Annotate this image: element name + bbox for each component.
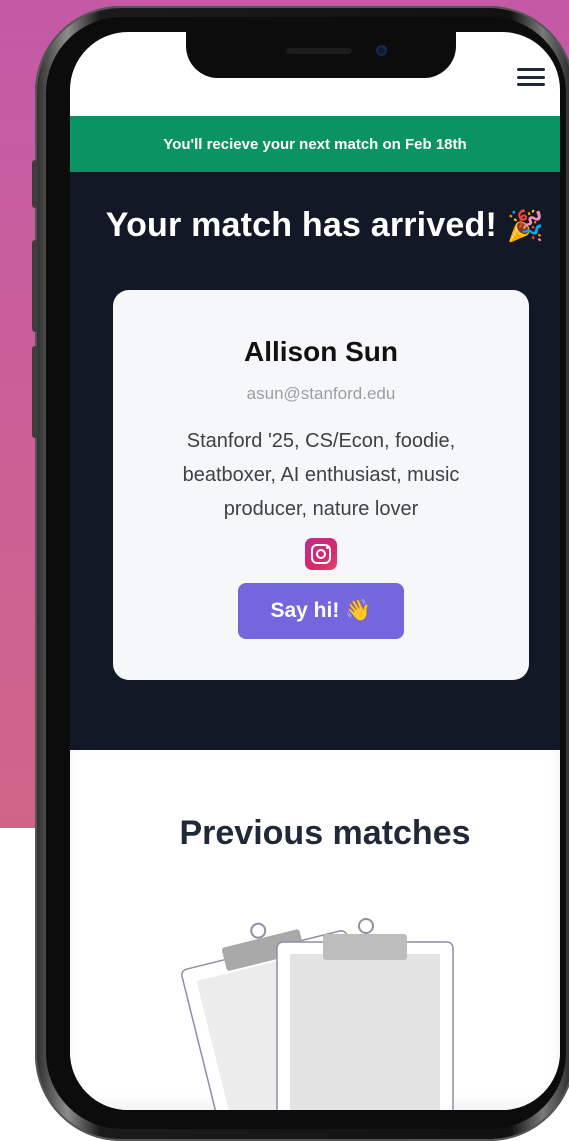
say-hi-button[interactable]: Say hi! 👋 — [238, 583, 404, 639]
match-bio: Stanford '25, CS/Econ, foodie, beatboxer… — [182, 430, 460, 520]
front-clipboard-icon — [276, 918, 454, 1110]
menu-line — [517, 83, 545, 86]
phone-notch — [186, 32, 456, 78]
menu-line — [517, 75, 545, 79]
phone-screen: You'll recieve your next match on Feb 18… — [70, 32, 560, 1110]
speaker-grille — [286, 48, 352, 54]
hamburger-menu-icon[interactable] — [517, 66, 545, 88]
previous-matches-title: Previous matches — [179, 814, 471, 852]
match-name: Allison Sun — [244, 336, 398, 367]
match-card: Allison Sun asun@stanford.edu Stanford '… — [113, 290, 529, 680]
party-popper-icon: 🎉 — [506, 210, 545, 243]
instagram-icon[interactable] — [305, 538, 337, 570]
previous-matches-section: Previous matches — [70, 750, 560, 1110]
empty-clipboards-illustration — [181, 918, 454, 1110]
match-email: asun@stanford.edu — [246, 384, 396, 403]
say-hi-label: Say hi! — [270, 599, 340, 622]
match-section: Your match has arrived! 🎉 Allison Sun as… — [70, 172, 560, 750]
match-headline: Your match has arrived! 🎉 — [70, 206, 560, 245]
headline-text: Your match has arrived! — [105, 206, 498, 244]
instagram-icon-dot — [326, 546, 329, 549]
phone-volume-up-button — [32, 240, 38, 332]
phone-mute-switch — [32, 160, 38, 208]
waving-hand-icon: 👋 — [345, 599, 372, 622]
front-camera — [376, 45, 387, 56]
menu-line — [517, 68, 545, 71]
banner-text: You'll recieve your next match on Feb 18… — [163, 135, 467, 153]
next-match-banner: You'll recieve your next match on Feb 18… — [70, 116, 560, 172]
phone-volume-down-button — [32, 346, 38, 438]
instagram-icon-lens — [316, 549, 326, 559]
